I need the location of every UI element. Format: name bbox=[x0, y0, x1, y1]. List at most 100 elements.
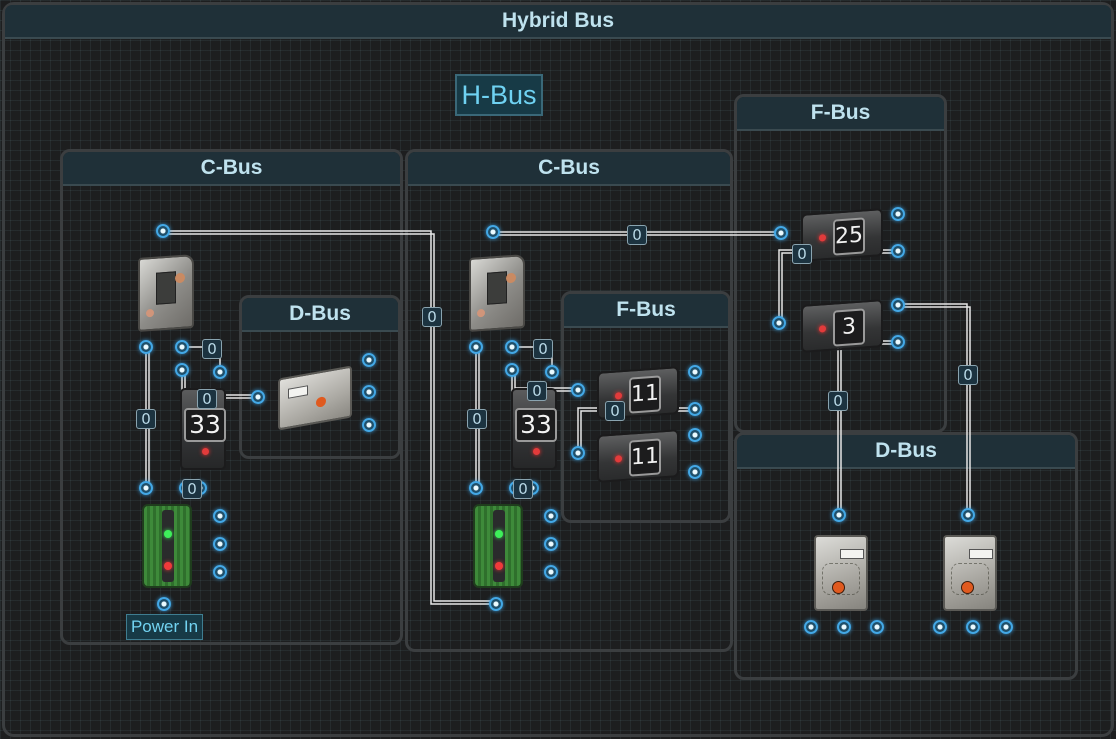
panel-tag bbox=[969, 549, 993, 559]
wire-value-badge: 0 bbox=[792, 244, 812, 264]
green-led bbox=[495, 530, 503, 538]
power-in-label[interactable]: Power In bbox=[126, 614, 203, 640]
status-led bbox=[615, 392, 622, 400]
wire-value-badge: 0 bbox=[533, 339, 553, 359]
counter-display: 11 bbox=[629, 375, 661, 414]
meter-device[interactable] bbox=[469, 254, 525, 332]
port[interactable] bbox=[966, 620, 980, 634]
battery-strip bbox=[493, 510, 505, 582]
port[interactable] bbox=[139, 481, 153, 495]
port[interactable] bbox=[469, 340, 483, 354]
wire-value-badge: 0 bbox=[627, 225, 647, 245]
port[interactable] bbox=[688, 465, 702, 479]
meter-device[interactable] bbox=[138, 254, 194, 332]
battery-device[interactable] bbox=[142, 504, 192, 588]
counter-display: 3 bbox=[833, 308, 865, 347]
wire-value-badge: 0 bbox=[527, 381, 547, 401]
panel-tag bbox=[840, 549, 864, 559]
counter-display: 25 bbox=[833, 217, 865, 256]
panel-device[interactable] bbox=[814, 535, 868, 611]
counter-display: 11 bbox=[629, 438, 661, 477]
port[interactable] bbox=[774, 226, 788, 240]
wire-value-badge: 0 bbox=[467, 409, 487, 429]
red-led bbox=[495, 562, 503, 570]
port[interactable] bbox=[891, 244, 905, 258]
wire-value-badge: 0 bbox=[958, 365, 978, 385]
warning-icon bbox=[832, 581, 845, 594]
panel-tag bbox=[288, 385, 308, 399]
wire-value-badge: 0 bbox=[605, 401, 625, 421]
meter-knob bbox=[146, 308, 154, 318]
port[interactable] bbox=[213, 537, 227, 551]
port[interactable] bbox=[213, 365, 227, 379]
wire bbox=[898, 306, 971, 515]
status-led bbox=[202, 448, 209, 455]
port[interactable] bbox=[837, 620, 851, 634]
port[interactable] bbox=[870, 620, 884, 634]
port[interactable] bbox=[505, 363, 519, 377]
counter-device[interactable]: 3 bbox=[801, 299, 883, 353]
green-led bbox=[164, 530, 172, 538]
wire bbox=[837, 340, 898, 515]
port[interactable] bbox=[469, 481, 483, 495]
port[interactable] bbox=[804, 620, 818, 634]
wire-value-badge: 0 bbox=[182, 479, 202, 499]
port[interactable] bbox=[175, 363, 189, 377]
warning-icon bbox=[316, 396, 326, 408]
port[interactable] bbox=[213, 565, 227, 579]
port[interactable] bbox=[891, 335, 905, 349]
port[interactable] bbox=[362, 418, 376, 432]
status-led bbox=[533, 448, 540, 455]
canvas: Hybrid Bus H-Bus C-Bus D-Bus C-Bus F-Bus… bbox=[0, 0, 1116, 739]
wire-value-badge: 0 bbox=[197, 389, 217, 409]
wire bbox=[840, 343, 898, 515]
meter-knob bbox=[175, 272, 185, 284]
port[interactable] bbox=[489, 597, 503, 611]
port[interactable] bbox=[213, 509, 227, 523]
counter-device[interactable]: 11 bbox=[597, 429, 679, 483]
port[interactable] bbox=[999, 620, 1013, 634]
wire bbox=[898, 303, 968, 515]
port[interactable] bbox=[688, 428, 702, 442]
wire-value-badge: 0 bbox=[202, 339, 222, 359]
meter-knob bbox=[506, 272, 516, 284]
port[interactable] bbox=[486, 225, 500, 239]
wire-value-badge: 0 bbox=[422, 307, 442, 327]
wire-value-badge: 0 bbox=[828, 391, 848, 411]
panel-device[interactable] bbox=[943, 535, 997, 611]
meter-window bbox=[156, 271, 176, 305]
port[interactable] bbox=[571, 446, 585, 460]
port[interactable] bbox=[688, 402, 702, 416]
meter-window bbox=[487, 271, 507, 305]
port[interactable] bbox=[175, 340, 189, 354]
status-led bbox=[819, 325, 826, 333]
port[interactable] bbox=[544, 537, 558, 551]
port[interactable] bbox=[139, 340, 153, 354]
port[interactable] bbox=[505, 340, 519, 354]
port[interactable] bbox=[362, 353, 376, 367]
warning-icon bbox=[961, 581, 974, 594]
battery-strip bbox=[162, 510, 174, 582]
port[interactable] bbox=[891, 207, 905, 221]
power-in-port[interactable] bbox=[157, 597, 171, 611]
port[interactable] bbox=[544, 509, 558, 523]
port[interactable] bbox=[156, 224, 170, 238]
port[interactable] bbox=[961, 508, 975, 522]
wire-value-badge: 0 bbox=[136, 409, 156, 429]
status-led bbox=[615, 455, 622, 463]
wire-value-badge: 0 bbox=[513, 479, 533, 499]
port[interactable] bbox=[772, 316, 786, 330]
port[interactable] bbox=[362, 385, 376, 399]
port[interactable] bbox=[933, 620, 947, 634]
port[interactable] bbox=[544, 565, 558, 579]
port[interactable] bbox=[832, 508, 846, 522]
counter-display: 33 bbox=[515, 408, 557, 442]
port[interactable] bbox=[545, 365, 559, 379]
port[interactable] bbox=[571, 383, 585, 397]
red-led bbox=[164, 562, 172, 570]
battery-device[interactable] bbox=[473, 504, 523, 588]
port[interactable] bbox=[251, 390, 265, 404]
counter-device[interactable]: 25 bbox=[801, 208, 883, 262]
port[interactable] bbox=[891, 298, 905, 312]
port[interactable] bbox=[688, 365, 702, 379]
